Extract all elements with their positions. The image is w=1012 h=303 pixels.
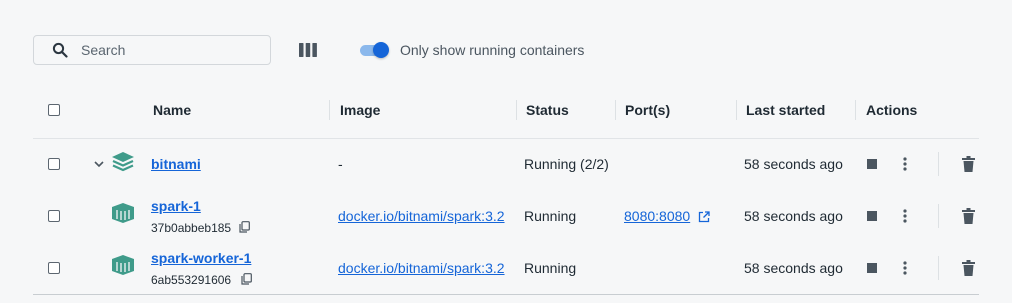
more-vertical-icon[interactable]: [902, 208, 908, 224]
copy-icon[interactable]: [239, 221, 250, 233]
search-icon: [52, 42, 68, 58]
column-divider: [736, 100, 737, 120]
header-ports[interactable]: Port(s): [625, 102, 670, 118]
toggle-knob: [373, 42, 389, 58]
table-row[interactable]: spark-1 37b0abbeb185 docker.io/bitnami/s…: [33, 190, 979, 242]
running-only-toggle[interactable]: [360, 41, 390, 59]
header-actions: Actions: [866, 102, 918, 118]
stop-icon[interactable]: [867, 211, 877, 221]
search-box[interactable]: [33, 35, 271, 65]
table-header: Name Image Status Port(s) Last started A…: [33, 84, 979, 139]
stop-icon[interactable]: [867, 159, 877, 169]
last-started-cell: 58 seconds ago: [744, 260, 843, 276]
copy-icon[interactable]: [241, 273, 252, 285]
search-input[interactable]: [81, 42, 251, 58]
external-link-icon[interactable]: [698, 211, 710, 223]
more-vertical-icon[interactable]: [902, 260, 908, 276]
header-name[interactable]: Name: [153, 102, 191, 118]
table-row[interactable]: spark-worker-1 6ab553291606 docker.io/bi…: [33, 242, 979, 294]
trash-icon[interactable]: [962, 260, 975, 276]
column-divider: [329, 100, 330, 120]
column-divider: [855, 100, 856, 120]
table-row[interactable]: bitnami - Running (2/2) 58 seconds ago: [33, 138, 979, 190]
row-checkbox[interactable]: [48, 158, 60, 170]
container-name-link[interactable]: bitnami: [151, 156, 201, 172]
status-cell: Running (2/2): [524, 156, 609, 172]
stack-icon: [110, 150, 136, 174]
row-checkbox[interactable]: [48, 262, 60, 274]
container-icon: [110, 254, 136, 276]
more-vertical-icon[interactable]: [902, 156, 908, 172]
trash-icon[interactable]: [962, 208, 975, 224]
toggle-label: Only show running containers: [400, 42, 585, 58]
port-link[interactable]: 8080:8080: [624, 208, 690, 224]
header-image[interactable]: Image: [340, 102, 380, 118]
trash-icon[interactable]: [962, 156, 975, 172]
columns-icon[interactable]: [298, 42, 318, 58]
container-id: 6ab553291606: [151, 273, 232, 287]
select-all-checkbox[interactable]: [48, 104, 60, 116]
actions-divider: [938, 256, 939, 280]
image-cell: -: [338, 156, 343, 172]
stop-icon[interactable]: [867, 263, 877, 273]
image-link[interactable]: docker.io/bitnami/spark:3.2: [338, 208, 505, 224]
chevron-down-icon[interactable]: [93, 159, 105, 169]
table-bottom-border: [33, 294, 979, 295]
container-icon: [110, 202, 136, 224]
container-name-link[interactable]: spark-1: [151, 198, 201, 214]
column-divider: [516, 100, 517, 120]
actions-divider: [938, 204, 939, 228]
status-cell: Running: [524, 260, 577, 276]
header-status[interactable]: Status: [526, 102, 569, 118]
row-checkbox[interactable]: [48, 210, 60, 222]
container-id: 37b0abbeb185: [151, 221, 232, 235]
actions-divider: [938, 152, 939, 176]
last-started-cell: 58 seconds ago: [744, 208, 843, 224]
status-cell: Running: [524, 208, 577, 224]
container-name-link[interactable]: spark-worker-1: [151, 250, 251, 266]
column-divider: [615, 100, 616, 120]
header-last-started[interactable]: Last started: [746, 102, 825, 118]
last-started-cell: 58 seconds ago: [744, 156, 843, 172]
image-link[interactable]: docker.io/bitnami/spark:3.2: [338, 260, 505, 276]
